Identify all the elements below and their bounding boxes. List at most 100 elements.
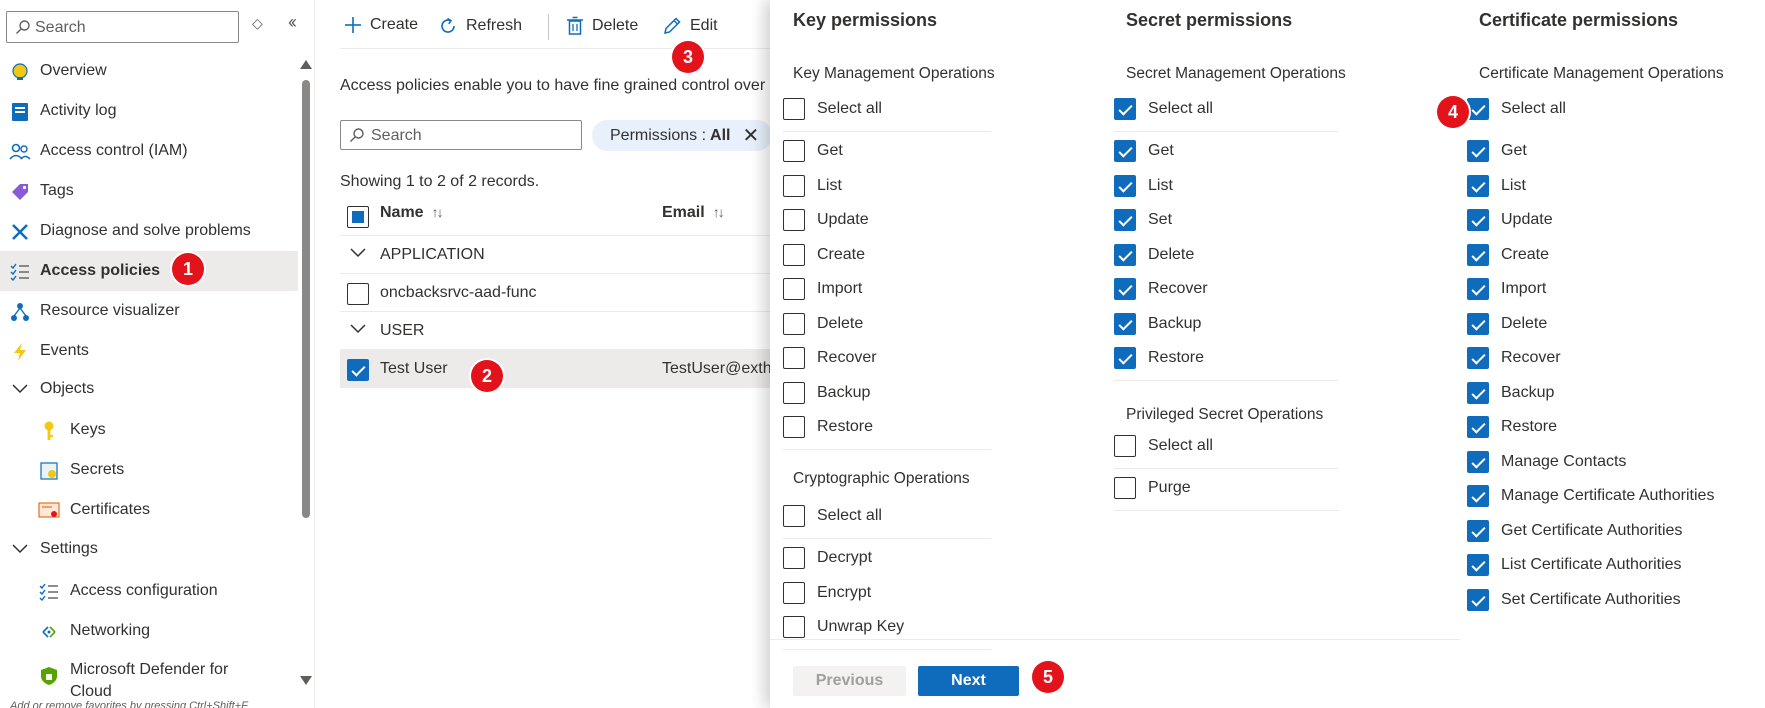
permission-checkbox[interactable] (1467, 554, 1489, 576)
permission-manage-contacts[interactable]: Manage Contacts (1467, 447, 1626, 477)
permission-get[interactable]: Get (1467, 136, 1527, 166)
remove-filter-icon[interactable]: ✕ (742, 123, 759, 148)
permission-checkbox[interactable] (1467, 416, 1489, 438)
sort-toggle-icon[interactable]: ◇ (252, 15, 263, 32)
nav-group-objects[interactable]: Objects (0, 369, 298, 409)
permission-checkbox[interactable] (783, 312, 805, 335)
permission-checkbox[interactable] (1467, 450, 1489, 473)
sidebar-item-overview[interactable]: Overview (0, 51, 298, 91)
permission-checkbox[interactable] (783, 209, 805, 231)
permission-checkbox[interactable] (783, 140, 805, 162)
permission-checkbox[interactable] (1467, 485, 1489, 507)
permission-checkbox[interactable] (783, 243, 805, 266)
menu-search-input[interactable]: Search (6, 11, 239, 43)
permissions-filter-pill[interactable]: Permissions : All ✕ (592, 120, 772, 151)
permission-checkbox[interactable] (1114, 347, 1136, 369)
permission-checkbox[interactable] (1114, 278, 1136, 300)
select-all-checkbox-row[interactable]: Select all (1114, 94, 1213, 124)
permission-backup[interactable]: Backup (1467, 378, 1554, 408)
select-all-checkbox[interactable] (1114, 98, 1136, 120)
row-checkbox[interactable] (347, 359, 369, 381)
permission-checkbox[interactable] (1467, 519, 1489, 542)
permission-checkbox[interactable] (1467, 174, 1489, 197)
sidebar-item-keys[interactable]: Keys (0, 410, 298, 450)
permission-checkbox[interactable] (1467, 278, 1489, 300)
refresh-button[interactable]: Refresh (438, 16, 522, 36)
permission-import[interactable]: Import (783, 274, 862, 304)
permission-list-certificate-authorities[interactable]: List Certificate Authorities (1467, 550, 1682, 580)
sidebar-item-tags[interactable]: Tags (0, 171, 298, 211)
permission-checkbox[interactable] (1467, 140, 1489, 162)
sidebar-item-certificates[interactable]: Certificates (0, 490, 298, 530)
sidebar-item-events[interactable]: Events (0, 331, 298, 371)
permission-list[interactable]: List (1467, 171, 1526, 201)
permission-backup[interactable]: Backup (1114, 309, 1201, 339)
next-button[interactable]: Next (918, 666, 1019, 696)
sidebar-item-access-control-iam[interactable]: Access control (IAM) (0, 131, 298, 171)
permission-restore[interactable]: Restore (783, 412, 873, 442)
permission-checkbox[interactable] (783, 581, 805, 604)
permission-checkbox[interactable] (783, 547, 805, 569)
select-all-checkbox[interactable] (783, 98, 805, 120)
permission-get-certificate-authorities[interactable]: Get Certificate Authorities (1467, 516, 1682, 546)
table-row[interactable]: Test User TestUser@exth (340, 350, 772, 388)
sidebar-item-access-configuration[interactable]: Access configuration (0, 571, 298, 611)
permission-get[interactable]: Get (1114, 136, 1174, 166)
permission-create[interactable]: Create (783, 240, 865, 270)
select-all-checkbox-row[interactable]: Select all (1467, 94, 1566, 124)
permission-checkbox[interactable] (1114, 477, 1136, 499)
permission-checkbox[interactable] (1467, 347, 1489, 369)
permission-checkbox[interactable] (1114, 174, 1136, 197)
permission-checkbox[interactable] (783, 416, 805, 438)
permission-list[interactable]: List (783, 171, 842, 201)
sidebar-item-resource-visualizer[interactable]: Resource visualizer (0, 291, 298, 331)
permission-encrypt[interactable]: Encrypt (783, 578, 871, 608)
permission-checkbox[interactable] (1467, 381, 1489, 404)
table-row[interactable]: oncbacksrvc-aad-func (340, 274, 770, 312)
policy-search-input[interactable]: Search (340, 120, 582, 150)
select-all-checkbox[interactable] (1114, 435, 1136, 457)
permission-decrypt[interactable]: Decrypt (783, 543, 872, 573)
column-header-name[interactable]: Name ↑↓ (380, 204, 444, 222)
permission-checkbox[interactable] (1467, 243, 1489, 266)
scroll-up-icon[interactable] (300, 60, 312, 69)
group-row-application[interactable]: APPLICATION (340, 236, 770, 274)
permission-checkbox[interactable] (783, 347, 805, 369)
sidebar-item-access-policies[interactable]: Access policies (0, 251, 298, 291)
permission-recover[interactable]: Recover (783, 343, 877, 373)
permission-checkbox[interactable] (1467, 312, 1489, 335)
permission-create[interactable]: Create (1467, 240, 1549, 270)
scroll-down-icon[interactable] (300, 676, 312, 685)
permission-checkbox[interactable] (783, 278, 805, 300)
row-checkbox[interactable] (347, 283, 369, 305)
previous-button[interactable]: Previous (793, 666, 906, 696)
permission-checkbox[interactable] (783, 616, 805, 638)
create-button[interactable]: Create (344, 16, 418, 34)
permission-checkbox[interactable] (1114, 312, 1136, 335)
select-all-checkbox[interactable] (783, 505, 805, 527)
permission-purge[interactable]: Purge (1114, 473, 1191, 503)
sidebar-item-secrets[interactable]: Secrets (0, 450, 298, 490)
sidebar-scrollbar-thumb[interactable] (302, 80, 310, 518)
permission-checkbox[interactable] (783, 381, 805, 404)
permission-recover[interactable]: Recover (1467, 343, 1561, 373)
permission-delete[interactable]: Delete (1114, 240, 1194, 270)
permission-restore[interactable]: Restore (1114, 343, 1204, 373)
permission-restore[interactable]: Restore (1467, 412, 1557, 442)
select-all-checkbox-row[interactable]: Select all (783, 94, 882, 124)
permission-checkbox[interactable] (783, 174, 805, 197)
sidebar-item-networking[interactable]: Networking (0, 611, 298, 651)
permission-import[interactable]: Import (1467, 274, 1546, 304)
delete-button[interactable]: Delete (566, 16, 638, 36)
select-all-checkbox-row[interactable]: Select all (783, 501, 882, 531)
permission-checkbox[interactable] (1114, 243, 1136, 266)
select-all-checkbox-row[interactable]: Select all (1114, 431, 1213, 461)
select-all-checkbox[interactable] (1467, 98, 1489, 120)
permission-set-certificate-authorities[interactable]: Set Certificate Authorities (1467, 585, 1681, 615)
column-header-email[interactable]: Email ↑↓ (662, 204, 725, 222)
permission-checkbox[interactable] (1114, 140, 1136, 162)
select-all-rows-checkbox[interactable] (347, 206, 369, 228)
permission-recover[interactable]: Recover (1114, 274, 1208, 304)
permission-delete[interactable]: Delete (1467, 309, 1547, 339)
sidebar-item-activity-log[interactable]: Activity log (0, 91, 298, 131)
